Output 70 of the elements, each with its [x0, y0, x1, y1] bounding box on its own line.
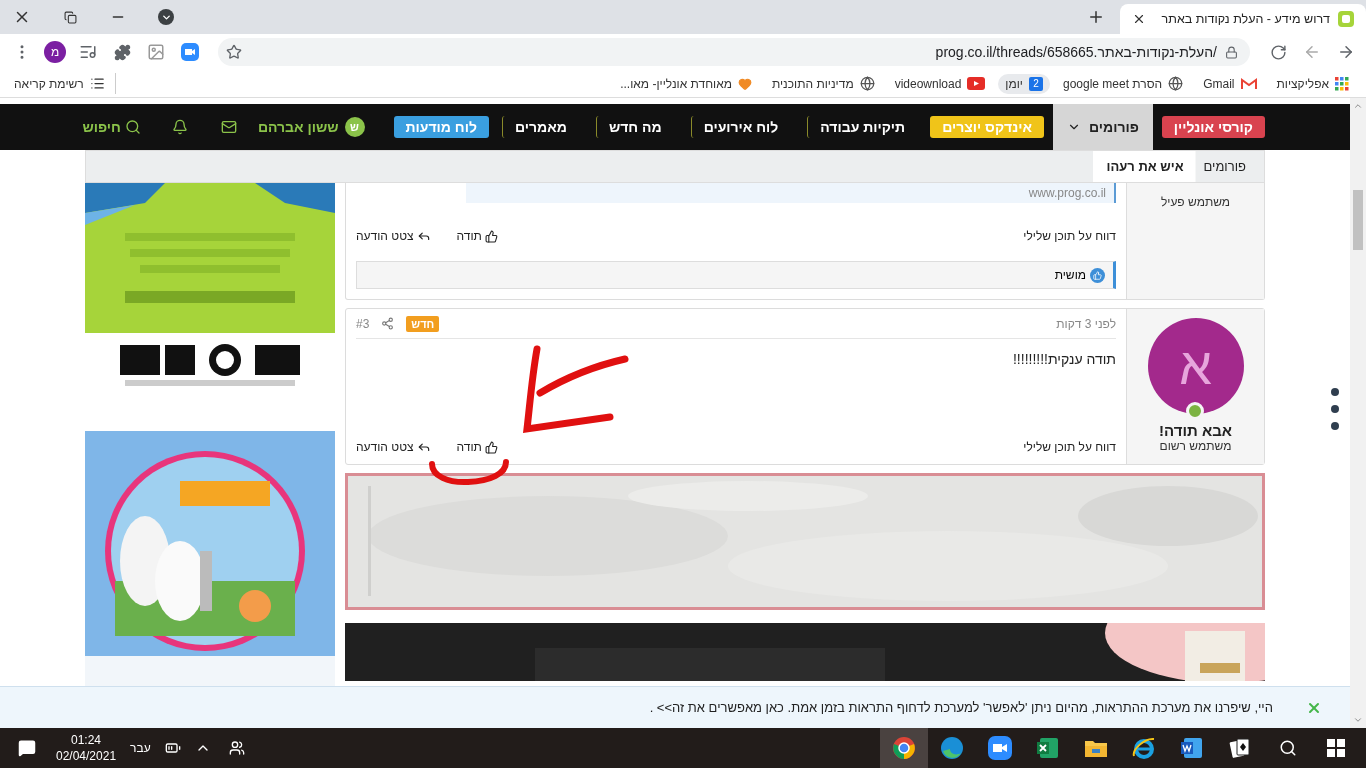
bookmark[interactable]: אפליקציות — [1269, 73, 1356, 94]
nav-link[interactable]: מה חדש — [595, 116, 674, 138]
mail-icon — [1240, 77, 1257, 90]
breadcrumb[interactable]: פורומים — [1195, 151, 1264, 182]
bookmark[interactable]: Gmail — [1196, 73, 1264, 94]
nav-link[interactable]: מאמרים — [501, 116, 579, 138]
lock-icon[interactable] — [1225, 45, 1238, 59]
notification-icon[interactable] — [18, 739, 36, 757]
profile-avatar[interactable]: מ — [44, 41, 66, 63]
site-favicon — [1338, 11, 1354, 27]
nav-link[interactable]: תיקיות עבודה — [807, 116, 918, 138]
breadcrumb[interactable]: איש את רעהו — [1092, 151, 1196, 182]
scroll-thumb[interactable] — [1353, 190, 1363, 250]
mail-icon[interactable] — [220, 119, 237, 135]
new-badge: חדש — [406, 315, 440, 332]
video-icon — [967, 77, 986, 90]
search-link[interactable]: חיפוש — [82, 119, 141, 135]
post-time[interactable]: לפני 3 דקות — [1056, 316, 1116, 331]
bookmark[interactable]: הסרת google meet — [1055, 73, 1191, 94]
plus-icon[interactable] — [1087, 8, 1105, 26]
clock[interactable]: 01:24 02/04/2021 — [56, 732, 117, 764]
list-icon — [89, 76, 105, 91]
notification-text[interactable]: היי, שיפרנו את מערכת ההתראות, מהיום ניתן 'לאפשר' למערכת לדחוף התראות בזמן אמת. כאן מאפשרים את זה>> . — [649, 700, 1273, 715]
dropdown-icon[interactable] — [158, 9, 174, 25]
battery-icon[interactable] — [164, 740, 181, 756]
like-link[interactable]: תודה — [456, 440, 498, 454]
nav-link[interactable]: לוח אירועים — [690, 116, 791, 138]
bell-icon[interactable] — [171, 119, 188, 135]
reply-icon — [416, 229, 431, 243]
post-number[interactable]: #3 — [356, 316, 370, 331]
report-link[interactable]: דווח על תוכן שלילי — [1023, 229, 1116, 243]
heart-icon — [737, 76, 752, 91]
restore-icon[interactable] — [63, 10, 77, 24]
thumbs-up-icon — [484, 440, 498, 454]
username[interactable]: אבא תודה! — [1159, 422, 1232, 439]
scrollbar[interactable] — [1350, 98, 1366, 728]
user-role: משתמש רשום — [1159, 439, 1232, 453]
nav-link[interactable]: פורומים — [1053, 104, 1153, 150]
post-text: תודה ענקית!!!!!!!!! — [1012, 351, 1116, 367]
nav-button[interactable]: קורסי אונליין — [1161, 116, 1265, 138]
people-icon[interactable] — [228, 740, 245, 756]
browser-icon[interactable] — [880, 728, 928, 768]
browser-tab[interactable]: דרוש מידע - העלת נקודות באתר — [1120, 4, 1366, 34]
like-link[interactable]: תודה — [456, 229, 498, 243]
share-icon[interactable] — [381, 317, 395, 330]
search-icon — [124, 119, 141, 135]
signature: www.prog.co.il — [466, 183, 1116, 203]
quote-link[interactable]: צטט הודעה — [356, 229, 431, 243]
language-indicator[interactable]: עבר — [130, 741, 151, 755]
calendar-icon: 2 — [1028, 76, 1043, 91]
liker-name[interactable]: מושית — [1054, 268, 1086, 282]
reply-icon — [416, 440, 431, 454]
bookmark[interactable]: videownload — [887, 73, 993, 94]
bookmark[interactable]: מאוחדת אונליין- מאו... — [613, 73, 759, 94]
user-role: משתמש פעיל — [1160, 195, 1231, 209]
user-avatar: ש — [344, 117, 365, 137]
report-link[interactable]: דווח על תוכן שלילי — [1023, 440, 1116, 454]
globe-icon — [1168, 76, 1184, 91]
thumbs-up-icon — [484, 229, 498, 243]
star-icon[interactable] — [226, 44, 242, 60]
more-icon[interactable] — [1331, 388, 1339, 430]
address-bar[interactable]: prog.co.il/threads/658665.העלת-נקודות-באתר/ — [218, 38, 1250, 66]
reading-list[interactable]: רשימת קריאה — [10, 73, 116, 94]
thumbs-up-icon — [1090, 267, 1105, 283]
globe-icon — [859, 76, 875, 91]
apps-icon — [1335, 76, 1349, 91]
bookmark[interactable]: מדיניות התוכנית — [764, 73, 882, 94]
user-link[interactable]: ש ששון אברהם — [257, 117, 365, 137]
quote-link[interactable]: צטט הודעה — [356, 440, 431, 454]
close-icon[interactable] — [1132, 12, 1146, 26]
